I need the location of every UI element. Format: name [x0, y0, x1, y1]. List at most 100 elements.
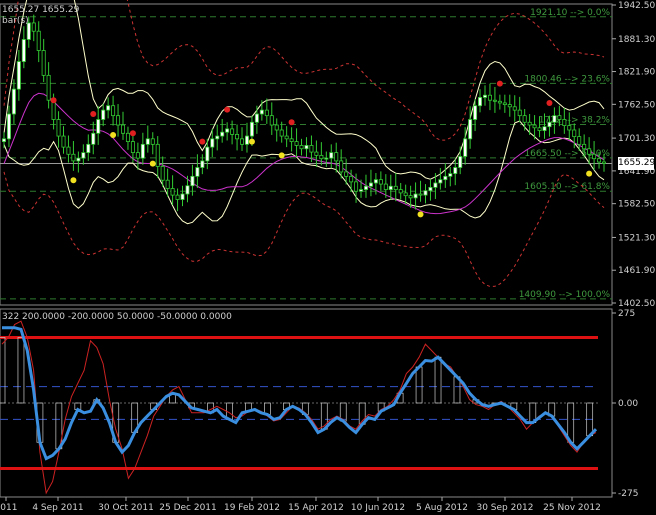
candle-body: [200, 160, 205, 168]
candle-body: [567, 125, 572, 131]
chart-frame: [0, 3, 613, 498]
candle-body: [368, 182, 373, 187]
candle-body: [542, 126, 547, 131]
candle-body: [492, 99, 497, 102]
candle-body: [284, 135, 289, 140]
candle-body: [309, 145, 314, 153]
price-tick-label: 1881.30: [618, 35, 655, 45]
candle-body: [76, 157, 81, 162]
buy-signal-dot: [110, 131, 117, 138]
sell-signal-dot: [50, 97, 57, 104]
date-tick-label: 5 Aug 2012: [416, 503, 468, 513]
date-tick-label: 2011: [0, 503, 17, 513]
sell-signal-dot: [199, 138, 206, 145]
candle-body: [552, 115, 557, 123]
candle-body: [289, 138, 294, 142]
sell-signal-dot: [496, 80, 503, 87]
candle-body: [96, 119, 101, 134]
candle-body: [473, 105, 478, 120]
candle-body: [254, 113, 259, 123]
cci-tick-label: 0.00: [618, 399, 638, 409]
price-tick-label: 1701.30: [618, 134, 655, 144]
candle-body: [502, 102, 507, 106]
candle-body: [155, 143, 160, 167]
candle-body: [294, 141, 299, 146]
date-tick-label: 25 Nov 2012: [543, 503, 601, 513]
candle-body: [244, 135, 249, 145]
candle-body: [190, 175, 195, 187]
candle-body: [458, 156, 463, 168]
price-tick-label: 1942.50: [618, 1, 655, 11]
candle-body: [482, 94, 487, 98]
fib-label: 1665.50 --> 50.0%: [524, 149, 610, 159]
candle-body: [210, 138, 215, 148]
candle-body: [408, 195, 413, 199]
candle-body: [314, 151, 319, 156]
cci-histogram-bar: [0, 337, 6, 404]
candle-body: [453, 167, 458, 174]
candle-body: [572, 129, 577, 138]
price-panel: 1921.10 --> 0.0%1800.46 --> 23.6%1722 --…: [0, 0, 612, 300]
candle-body: [304, 145, 309, 150]
candle-body: [2, 138, 7, 142]
indicator-name: bar(s): [2, 16, 29, 26]
candle-body: [507, 104, 512, 108]
sell-signal-dot: [546, 99, 553, 106]
candle-body: [6, 113, 11, 140]
candle-body: [31, 22, 36, 32]
candle-body: [349, 175, 354, 183]
candle-body: [160, 166, 165, 181]
candle-body: [91, 132, 96, 145]
candle-body: [602, 161, 607, 164]
candle-body: [135, 152, 140, 159]
bollinger-inner-upper: [3, 0, 605, 180]
buy-signal-dot: [248, 138, 255, 145]
candle-body: [205, 146, 210, 162]
candle-body: [334, 152, 339, 162]
candle-body: [329, 152, 334, 159]
candle-body: [116, 115, 121, 126]
sell-signal-dot: [288, 119, 295, 126]
candle-body: [532, 124, 537, 129]
candle-body: [175, 194, 180, 200]
candle-body: [428, 186, 433, 192]
candle-body: [269, 115, 274, 126]
candle-body: [259, 109, 264, 115]
candle-body: [220, 131, 225, 137]
sell-signal-dot: [129, 130, 136, 137]
cci-histogram-bar: [415, 366, 423, 404]
candle-body: [339, 160, 344, 173]
trading-chart: 1921.10 --> 0.0%1800.46 --> 23.6%1722 --…: [0, 0, 655, 513]
candle-body: [512, 106, 517, 111]
candle-body: [299, 145, 304, 150]
date-tick-label: 4 Sep 2011: [32, 503, 83, 513]
candle-body: [597, 158, 602, 163]
candle-body: [21, 39, 26, 62]
candle-body: [344, 171, 349, 177]
oscillator-params: 322 200.0000 -200.0000 50.0000 -50.0000 …: [2, 312, 232, 322]
candle-body: [130, 141, 135, 154]
candle-body: [215, 135, 220, 140]
cci-tick-label: -275: [618, 489, 638, 499]
candle-body: [398, 189, 403, 194]
fib-label: 1800.46 --> 23.6%: [524, 74, 610, 84]
cci-tick-label: 275: [618, 309, 635, 319]
candle-body: [185, 185, 190, 195]
candle-body: [11, 88, 16, 115]
candle-body: [264, 109, 269, 117]
candle-body: [527, 121, 532, 126]
candle-body: [249, 121, 254, 137]
candle-body: [225, 128, 230, 133]
candle-body: [319, 154, 324, 160]
candle-body: [587, 148, 592, 155]
candle-body: [81, 152, 86, 159]
fib-label: 1409.90 --> 100.0%: [519, 290, 611, 300]
candle-body: [46, 74, 51, 101]
candle-body: [41, 50, 46, 76]
cci-main-line: [2, 326, 598, 461]
candle-body: [56, 119, 61, 137]
buy-signal-dot: [70, 177, 77, 184]
candle-body: [240, 138, 245, 145]
candle-body: [577, 136, 582, 145]
fib-label: 1605.10 --> 61.8%: [524, 182, 610, 192]
